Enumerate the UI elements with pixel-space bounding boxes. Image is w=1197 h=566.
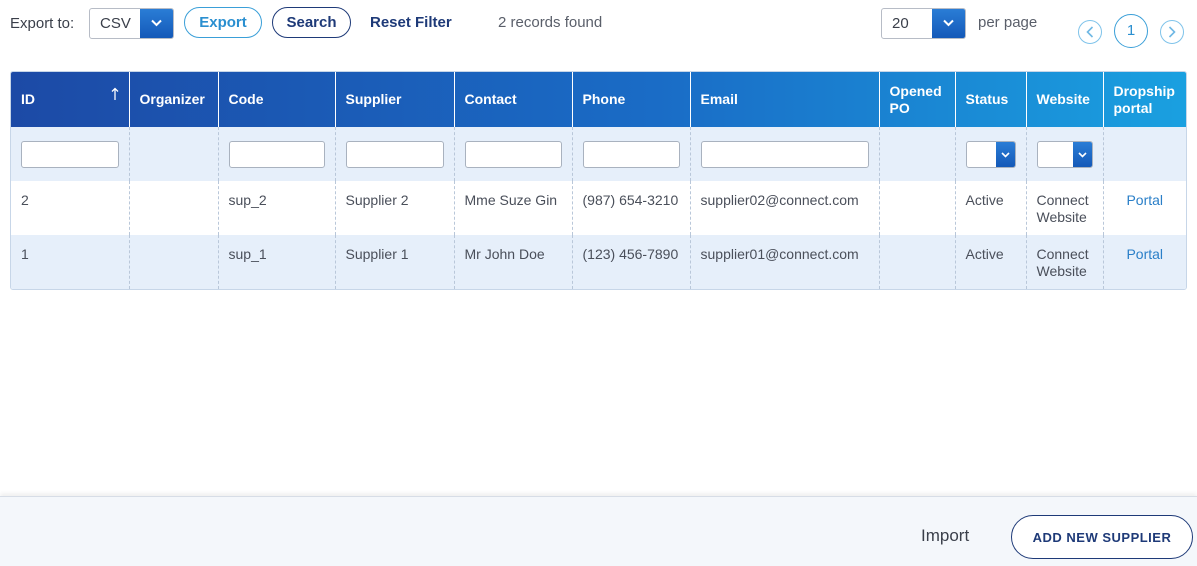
table-header-row: ID Organizer Code Supplier Contact Phone…	[11, 72, 1186, 127]
cell-organizer	[129, 235, 219, 289]
export-button[interactable]: Export	[184, 7, 262, 38]
filter-cell-status	[955, 127, 1027, 181]
filter-cell-contact	[454, 127, 573, 181]
supplier-filter-input[interactable]	[345, 140, 444, 168]
chevron-right-icon	[1168, 26, 1176, 38]
cell-phone: (123) 456-7890	[572, 235, 691, 289]
arrow-up-icon[interactable]	[111, 87, 119, 101]
column-header-contact[interactable]: Contact	[454, 72, 573, 127]
export-format-dropdown-button[interactable]	[140, 9, 173, 38]
table-row[interactable]: 1 sup_1 Supplier 1 Mr John Doe (123) 456…	[11, 235, 1186, 289]
status-filter-select[interactable]	[965, 140, 1016, 168]
suppliers-table: ID Organizer Code Supplier Contact Phone…	[11, 72, 1186, 289]
portal-link[interactable]: Portal	[1103, 235, 1186, 289]
chevron-left-icon	[1086, 26, 1094, 38]
search-button[interactable]: Search	[272, 7, 351, 38]
website-filter-select[interactable]	[1036, 140, 1093, 168]
cell-contact: Mme Suze Gin	[454, 181, 573, 235]
table-row[interactable]: 2 sup_2 Supplier 2 Mme Suze Gin (987) 65…	[11, 181, 1186, 235]
filter-cell-supplier	[335, 127, 455, 181]
import-link[interactable]: Import	[921, 526, 969, 546]
cell-supplier: Supplier 1	[335, 235, 455, 289]
column-header-opened-po[interactable]: Opened PO	[879, 72, 956, 127]
column-header-email[interactable]: Email	[690, 72, 880, 127]
cell-id: 2	[11, 181, 130, 235]
contact-filter-input[interactable]	[464, 140, 562, 168]
next-page-button[interactable]	[1160, 20, 1184, 44]
column-header-dropship-portal[interactable]: Dropship portal	[1103, 72, 1186, 127]
page-size-select[interactable]: 20	[881, 8, 966, 39]
filter-cell-code	[218, 127, 336, 181]
cell-opened-po	[879, 181, 956, 235]
cell-code: sup_1	[218, 235, 336, 289]
footer-bar: Import ADD NEW SUPPLIER	[0, 496, 1197, 566]
prev-page-button[interactable]	[1078, 20, 1102, 44]
filter-cell-organizer	[129, 127, 219, 181]
filter-cell-id	[11, 127, 130, 181]
cell-website: Connect Website	[1026, 181, 1104, 235]
cell-code: sup_2	[218, 181, 336, 235]
per-page-label: per page	[978, 14, 1038, 31]
filter-cell-website	[1026, 127, 1104, 181]
export-to-label: Export to:	[10, 15, 75, 32]
status-filter-dropdown-button[interactable]	[995, 141, 1015, 167]
phone-filter-input[interactable]	[582, 140, 680, 168]
page-size-dropdown-button[interactable]	[932, 9, 965, 38]
suppliers-grid: ID Organizer Code Supplier Contact Phone…	[10, 71, 1187, 290]
cell-email: supplier01@connect.com	[690, 235, 880, 289]
cell-website: Connect Website	[1026, 235, 1104, 289]
portal-link[interactable]: Portal	[1103, 181, 1186, 235]
add-new-supplier-button[interactable]: ADD NEW SUPPLIER	[1011, 515, 1193, 559]
current-page-button[interactable]: 1	[1114, 14, 1148, 48]
filter-row	[11, 127, 1186, 181]
records-found-count: 2 records found	[498, 14, 603, 31]
chevron-down-icon	[1000, 151, 1010, 158]
toolbar: Export to: CSV Export Search Reset Filte…	[0, 0, 1197, 48]
filter-cell-email	[690, 127, 880, 181]
website-filter-dropdown-button[interactable]	[1072, 141, 1092, 167]
id-filter-input[interactable]	[21, 140, 119, 168]
cell-phone: (987) 654-3210	[572, 181, 691, 235]
filter-cell-opened-po	[879, 127, 956, 181]
chevron-down-icon	[943, 19, 954, 27]
column-header-website[interactable]: Website	[1026, 72, 1104, 127]
column-header-id[interactable]: ID	[11, 72, 130, 127]
column-header-code[interactable]: Code	[218, 72, 336, 127]
chevron-down-icon	[151, 19, 162, 27]
column-header-label: ID	[21, 91, 35, 107]
cell-supplier: Supplier 2	[335, 181, 455, 235]
cell-id: 1	[11, 235, 130, 289]
column-header-supplier[interactable]: Supplier	[335, 72, 455, 127]
cell-organizer	[129, 181, 219, 235]
filter-cell-portal	[1103, 127, 1186, 181]
filter-cell-phone	[572, 127, 691, 181]
cell-status: Active	[955, 235, 1027, 289]
cell-status: Active	[955, 181, 1027, 235]
cell-opened-po	[879, 235, 956, 289]
export-format-select[interactable]: CSV	[89, 8, 174, 39]
cell-contact: Mr John Doe	[454, 235, 573, 289]
column-header-status[interactable]: Status	[955, 72, 1027, 127]
chevron-down-icon	[1077, 151, 1087, 158]
column-header-phone[interactable]: Phone	[572, 72, 691, 127]
column-header-organizer[interactable]: Organizer	[129, 72, 219, 127]
page-size-value: 20	[892, 15, 909, 32]
code-filter-input[interactable]	[228, 140, 325, 168]
reset-filter-link[interactable]: Reset Filter	[370, 14, 452, 31]
export-format-value: CSV	[100, 15, 131, 32]
email-filter-input[interactable]	[700, 140, 869, 168]
cell-email: supplier02@connect.com	[690, 181, 880, 235]
